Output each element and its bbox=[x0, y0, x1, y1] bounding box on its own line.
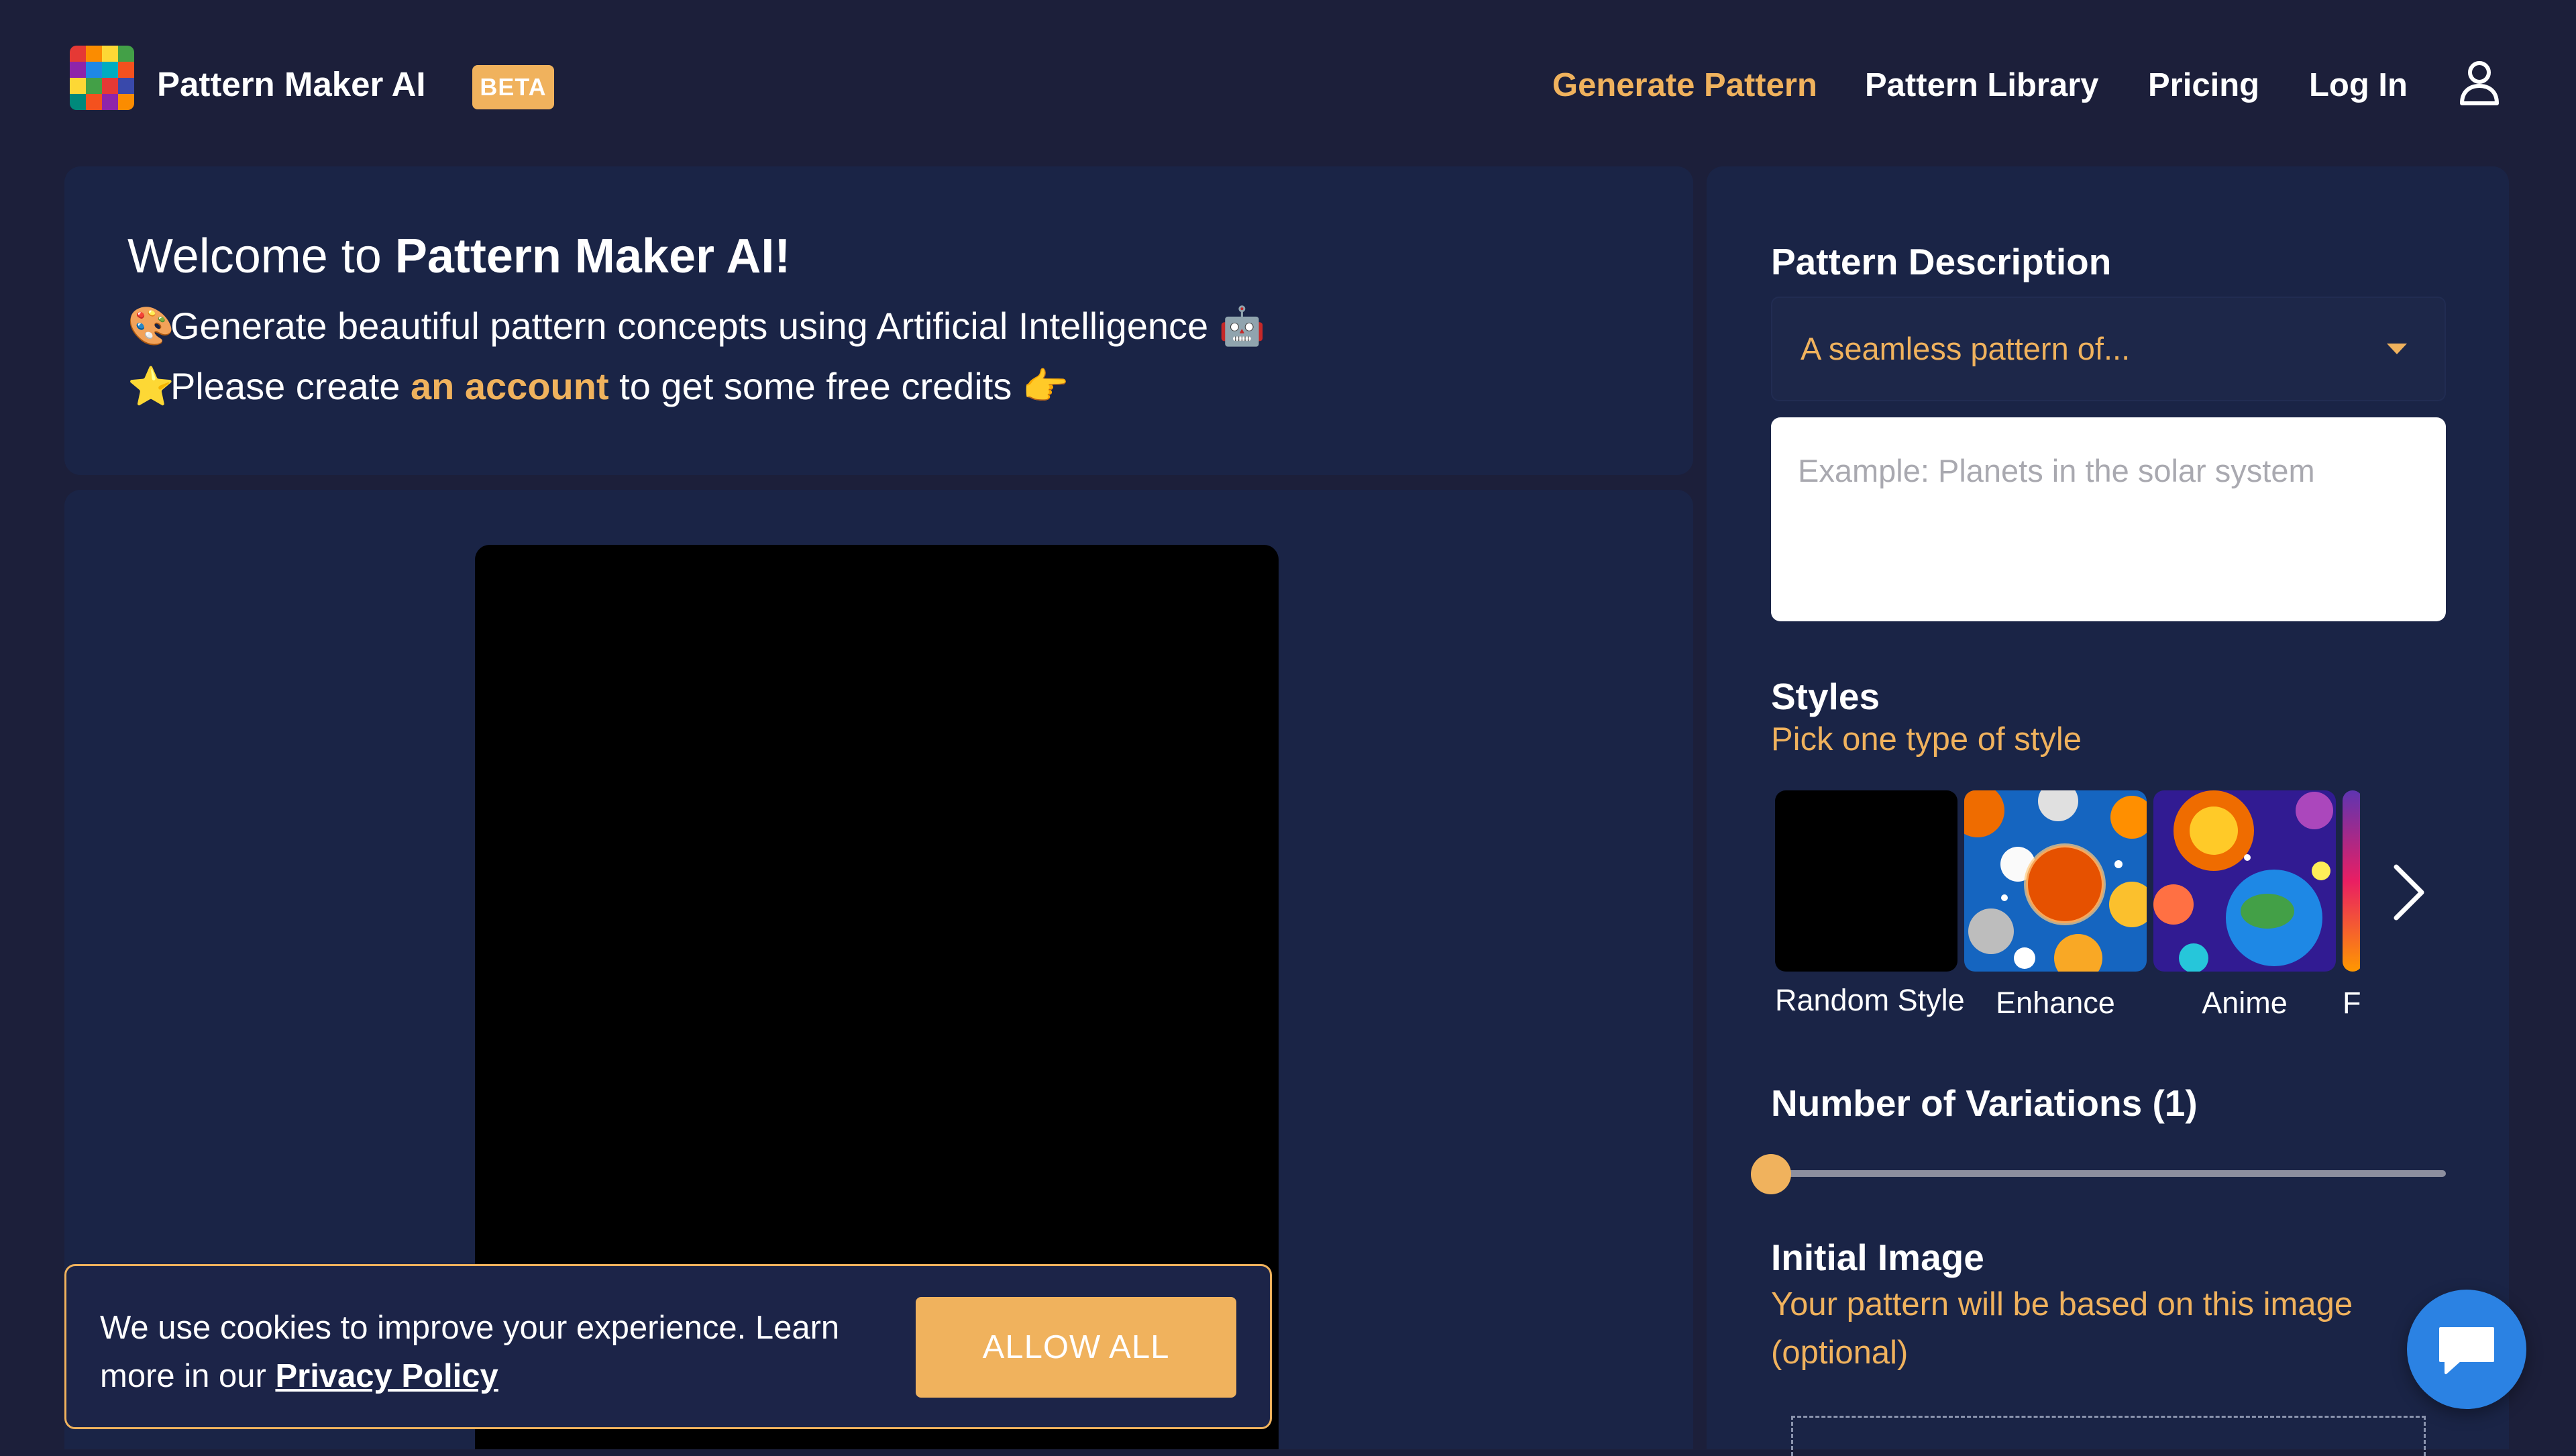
initial-image-label: Initial Image bbox=[1771, 1237, 1984, 1278]
user-icon[interactable] bbox=[2458, 59, 2501, 107]
welcome-title-brand: Pattern Maker AI! bbox=[394, 229, 791, 283]
welcome-line1-text: Generate beautiful pattern concepts usin… bbox=[170, 305, 1209, 347]
style-name: Anime bbox=[2202, 986, 2288, 1020]
welcome-line2-prefix: Please create bbox=[170, 365, 411, 407]
style-thumb-enhance bbox=[1964, 790, 2147, 972]
style-thumb-random bbox=[1775, 790, 1957, 972]
generator-form: Pattern Description A seamless pattern o… bbox=[1707, 166, 2509, 1456]
style-name: Random Style bbox=[1775, 983, 1965, 1017]
style-thumb-partial bbox=[2343, 790, 2360, 972]
robot-icon: 🤖 bbox=[1218, 305, 1266, 347]
chevron-right-icon[interactable] bbox=[2384, 859, 2431, 926]
pattern-prefix-value: A seamless pattern of... bbox=[1801, 331, 2131, 366]
chat-bubble-icon bbox=[2439, 1327, 2494, 1374]
style-carousel: Random Style Enhance Anime F bbox=[1775, 790, 2360, 1025]
cookie-banner: We use cookies to improve your experienc… bbox=[64, 1264, 1272, 1429]
allow-all-button[interactable]: ALLOW ALL bbox=[916, 1297, 1236, 1398]
variations-slider[interactable] bbox=[1751, 1153, 2446, 1194]
welcome-title-prefix: Welcome to bbox=[127, 229, 395, 283]
privacy-policy-link[interactable]: Privacy Policy bbox=[275, 1358, 498, 1394]
welcome-line-generate: 🎨Generate beautiful pattern concepts usi… bbox=[127, 303, 1265, 349]
pattern-prefix-select[interactable]: A seamless pattern of... bbox=[1771, 297, 2446, 401]
styles-label: Styles bbox=[1771, 676, 1880, 717]
style-name: F bbox=[2343, 986, 2360, 1020]
nav-pricing[interactable]: Pricing bbox=[2148, 66, 2259, 105]
style-option-enhance[interactable]: Enhance bbox=[1964, 790, 2147, 1021]
pattern-description-input[interactable] bbox=[1771, 417, 2446, 621]
style-option-partial[interactable]: F bbox=[2343, 790, 2360, 1021]
style-option-random[interactable]: Random Style bbox=[1775, 790, 1965, 1019]
welcome-title: Welcome to Pattern Maker AI! bbox=[127, 228, 790, 284]
chat-widget-button[interactable] bbox=[2407, 1290, 2526, 1409]
style-name: Enhance bbox=[1996, 986, 2115, 1020]
nav-generate-pattern[interactable]: Generate Pattern bbox=[1552, 66, 1817, 105]
chevron-down-icon bbox=[2387, 344, 2407, 354]
welcome-line2-suffix: to get some free credits bbox=[608, 365, 1012, 407]
pattern-description-label: Pattern Description bbox=[1771, 241, 2112, 282]
initial-image-hint: Your pattern will be based on this image… bbox=[1771, 1286, 2353, 1371]
create-account-link[interactable]: an account bbox=[411, 365, 609, 407]
styles-hint: Pick one type of style bbox=[1771, 721, 2082, 758]
style-option-anime[interactable]: Anime bbox=[2153, 790, 2336, 1021]
logo-icon[interactable] bbox=[70, 46, 134, 110]
cookie-message: We use cookies to improve your experienc… bbox=[100, 1304, 905, 1400]
brand-name[interactable]: Pattern Maker AI bbox=[157, 64, 426, 105]
pointing-hand-icon: 👉 bbox=[1022, 365, 1069, 407]
star-icon: ⭐ bbox=[127, 365, 174, 407]
palette-icon: 🎨 bbox=[127, 305, 174, 347]
slider-track bbox=[1771, 1170, 2446, 1177]
initial-image-dropzone[interactable] bbox=[1791, 1416, 2426, 1456]
top-navbar: Pattern Maker AI BETA Generate Pattern P… bbox=[0, 0, 2576, 168]
welcome-card: Welcome to Pattern Maker AI! 🎨Generate b… bbox=[64, 166, 1693, 475]
slider-thumb[interactable] bbox=[1751, 1154, 1791, 1194]
variations-label: Number of Variations (1) bbox=[1771, 1082, 2198, 1124]
style-thumb-anime bbox=[2153, 790, 2336, 972]
nav-log-in[interactable]: Log In bbox=[2309, 66, 2408, 105]
beta-badge: BETA bbox=[472, 65, 554, 109]
welcome-line-account: ⭐Please create an account to get some fr… bbox=[127, 364, 1069, 409]
nav-pattern-library[interactable]: Pattern Library bbox=[1865, 66, 2099, 105]
